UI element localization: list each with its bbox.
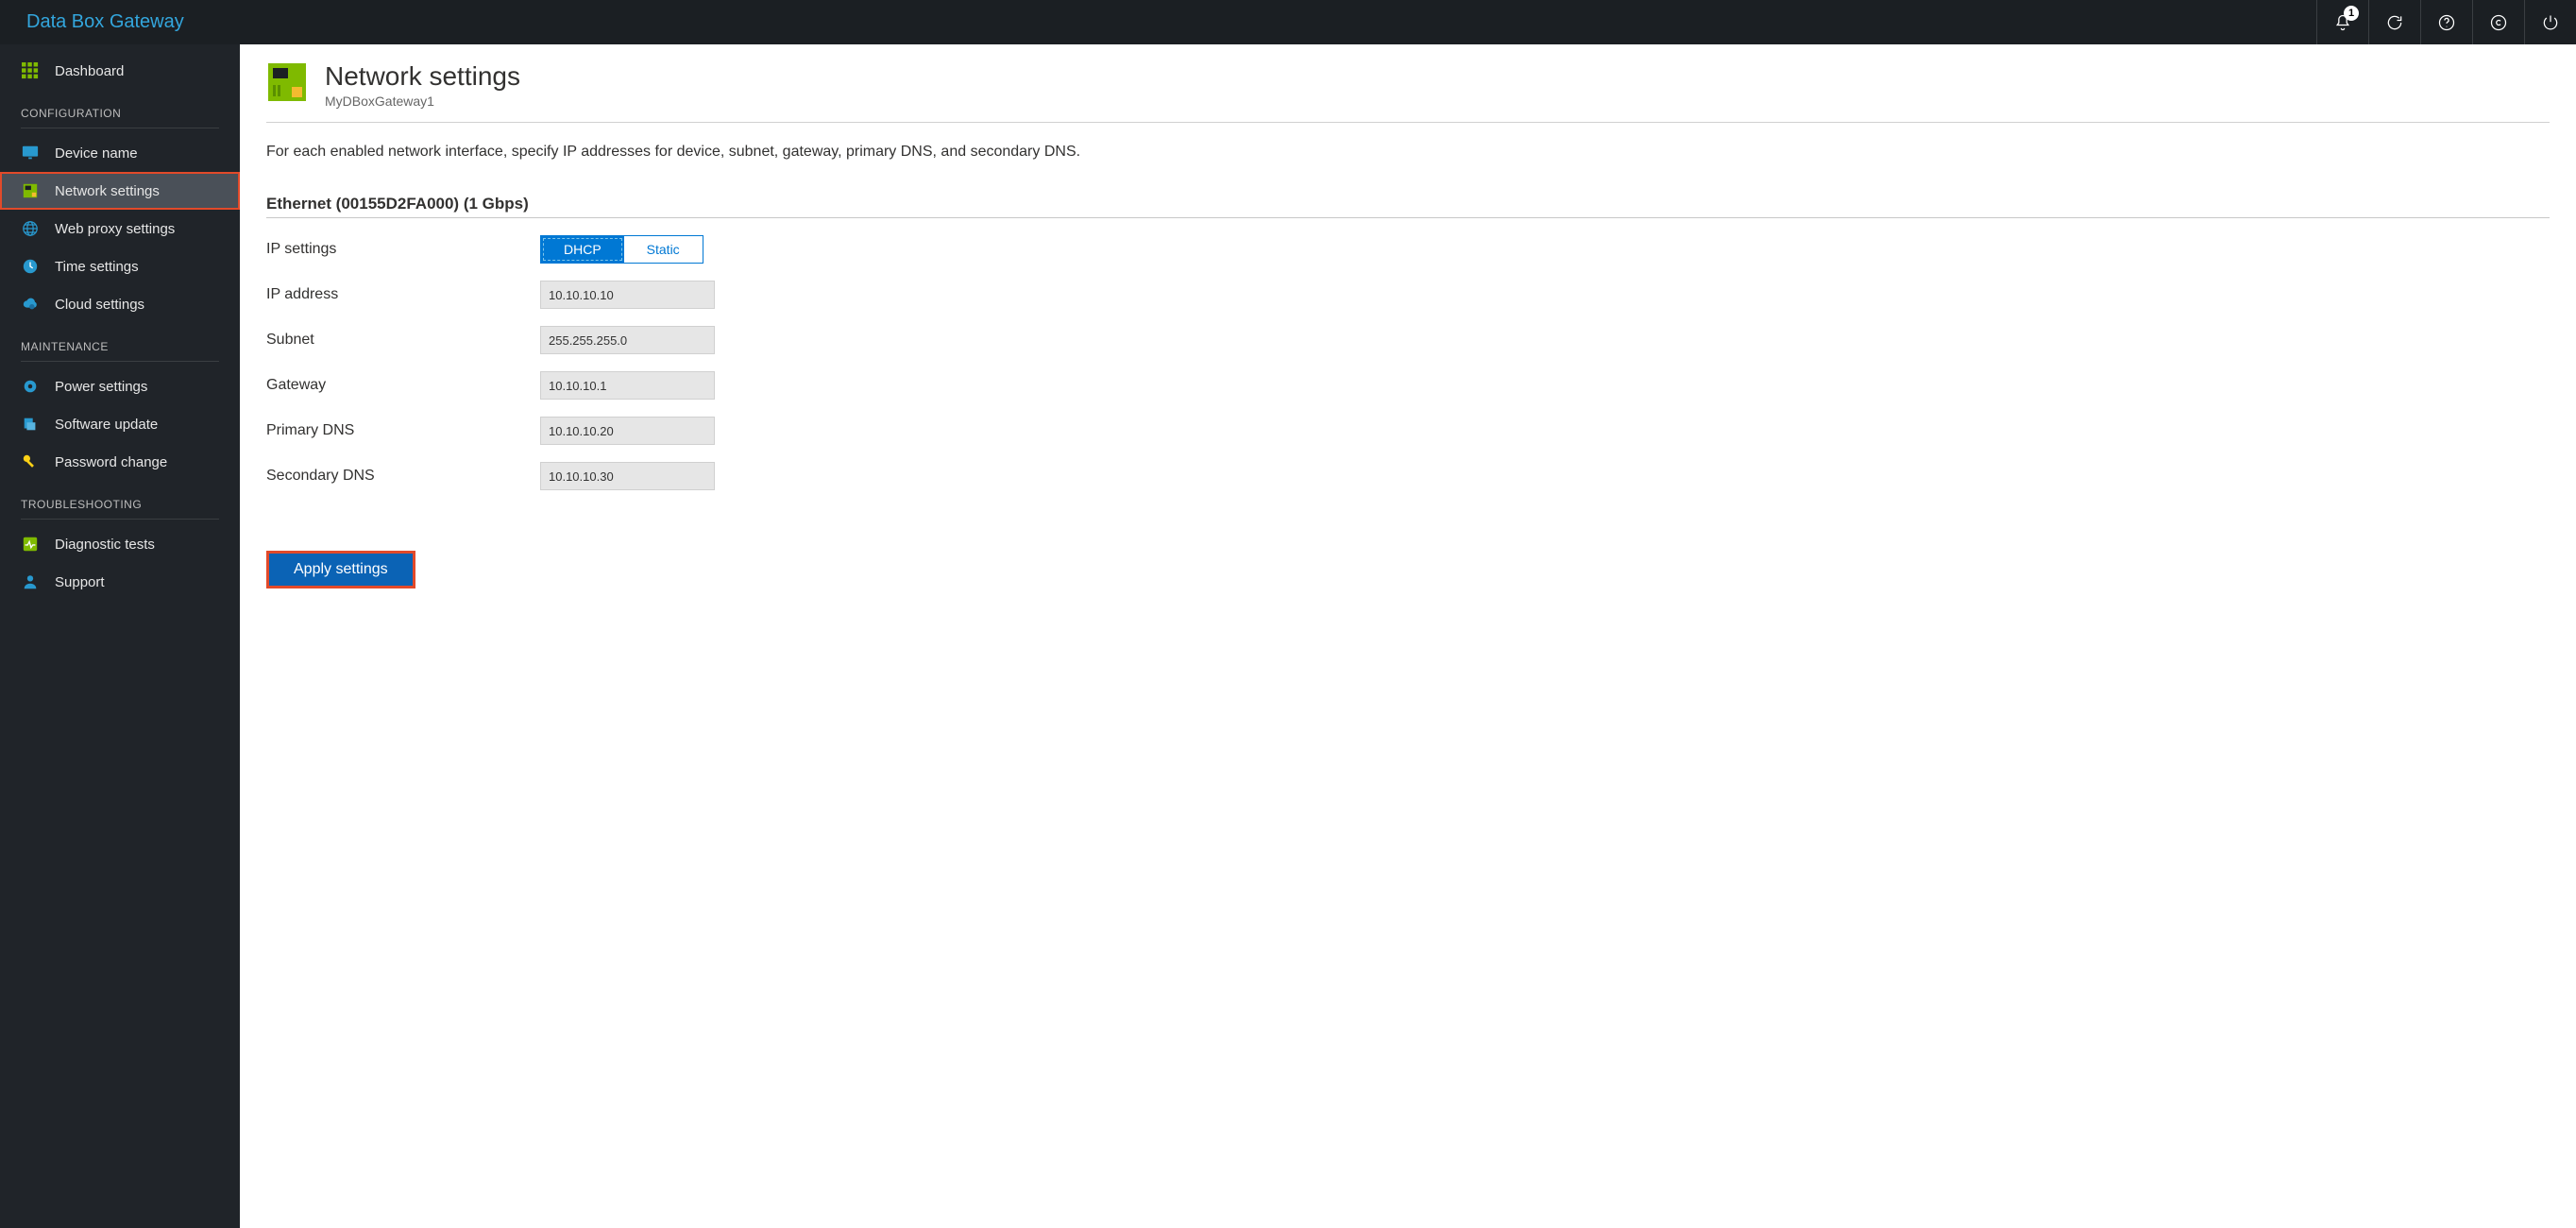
row-primary-dns: Primary DNS 10.10.10.20 bbox=[266, 417, 2550, 445]
update-icon bbox=[21, 415, 40, 434]
toggle-dhcp[interactable]: DHCP bbox=[541, 236, 624, 263]
notifications-button[interactable]: 1 bbox=[2316, 0, 2368, 44]
sidebar-item-time-settings[interactable]: Time settings bbox=[0, 247, 240, 285]
clock-icon bbox=[21, 257, 40, 276]
monitor-icon bbox=[21, 144, 40, 162]
field-subnet[interactable]: 255.255.255.0 bbox=[540, 326, 715, 354]
sidebar-item-cloud-settings[interactable]: Cloud settings bbox=[0, 285, 240, 323]
copyright-icon bbox=[2489, 13, 2508, 32]
refresh-icon bbox=[2385, 13, 2404, 32]
topbar-actions: 1 bbox=[2316, 0, 2576, 44]
sidebar-item-label: Time settings bbox=[55, 259, 139, 275]
network-card-icon bbox=[21, 181, 40, 200]
intro-text: For each enabled network interface, spec… bbox=[266, 144, 2550, 161]
sidebar-item-label: Dashboard bbox=[55, 63, 124, 79]
sidebar-item-label: Network settings bbox=[55, 183, 160, 199]
sidebar-item-label: Power settings bbox=[55, 379, 147, 395]
ip-settings-toggle: DHCP Static bbox=[540, 235, 703, 264]
apply-highlight: Apply settings bbox=[266, 551, 415, 588]
refresh-button[interactable] bbox=[2368, 0, 2420, 44]
label-primary-dns: Primary DNS bbox=[266, 422, 540, 439]
pulse-icon bbox=[21, 535, 40, 554]
field-primary-dns[interactable]: 10.10.10.20 bbox=[540, 417, 715, 445]
sidebar-item-label: Software update bbox=[55, 417, 158, 433]
label-secondary-dns: Secondary DNS bbox=[266, 468, 540, 485]
field-gateway[interactable]: 10.10.10.1 bbox=[540, 371, 715, 400]
power-icon bbox=[2541, 13, 2560, 32]
notification-badge: 1 bbox=[2344, 6, 2359, 21]
sidebar-item-label: Web proxy settings bbox=[55, 221, 175, 237]
field-secondary-dns[interactable]: 10.10.10.30 bbox=[540, 462, 715, 490]
sidebar-item-diagnostic-tests[interactable]: Diagnostic tests bbox=[0, 525, 240, 563]
page-title: Network settings bbox=[325, 61, 520, 92]
sidebar-item-web-proxy[interactable]: Web proxy settings bbox=[0, 210, 240, 247]
row-secondary-dns: Secondary DNS 10.10.10.30 bbox=[266, 462, 2550, 490]
apply-settings-button[interactable]: Apply settings bbox=[269, 554, 413, 586]
person-icon bbox=[21, 572, 40, 591]
sidebar-item-power-settings[interactable]: Power settings bbox=[0, 367, 240, 405]
help-button[interactable] bbox=[2420, 0, 2472, 44]
label-ip-settings: IP settings bbox=[266, 241, 540, 258]
sidebar-item-label: Password change bbox=[55, 454, 167, 470]
label-subnet: Subnet bbox=[266, 332, 540, 349]
page-subtitle: MyDBoxGateway1 bbox=[325, 94, 520, 109]
toggle-static[interactable]: Static bbox=[624, 236, 703, 263]
label-ip-address: IP address bbox=[266, 286, 540, 303]
sidebar-section-maintenance: MAINTENANCE bbox=[0, 323, 240, 361]
label-gateway: Gateway bbox=[266, 377, 540, 394]
settings-button[interactable] bbox=[2472, 0, 2524, 44]
sidebar-item-dashboard[interactable]: Dashboard bbox=[0, 52, 240, 90]
sidebar-section-troubleshooting: TROUBLESHOOTING bbox=[0, 481, 240, 519]
sidebar-section-configuration: CONFIGURATION bbox=[0, 90, 240, 128]
page-header: Network settings MyDBoxGateway1 bbox=[266, 61, 2550, 123]
sidebar-item-label: Diagnostic tests bbox=[55, 537, 155, 553]
sidebar-item-support[interactable]: Support bbox=[0, 563, 240, 601]
grid-icon bbox=[21, 61, 40, 80]
sidebar: Dashboard CONFIGURATION Device name Netw… bbox=[0, 44, 240, 1228]
section-rule bbox=[266, 217, 2550, 218]
sidebar-item-software-update[interactable]: Software update bbox=[0, 405, 240, 443]
sidebar-item-label: Device name bbox=[55, 145, 138, 162]
topbar: Data Box Gateway 1 bbox=[0, 0, 2576, 44]
app-title: Data Box Gateway bbox=[26, 11, 184, 33]
sidebar-item-label: Support bbox=[55, 574, 105, 590]
sidebar-item-network-settings[interactable]: Network settings bbox=[0, 172, 240, 210]
gear-icon bbox=[21, 377, 40, 396]
globe-icon bbox=[21, 219, 40, 238]
power-top-button[interactable] bbox=[2524, 0, 2576, 44]
cloud-gear-icon bbox=[21, 295, 40, 314]
field-ip-address[interactable]: 10.10.10.10 bbox=[540, 281, 715, 309]
sidebar-item-password-change[interactable]: Password change bbox=[0, 443, 240, 481]
divider bbox=[21, 361, 219, 362]
sidebar-item-label: Cloud settings bbox=[55, 297, 144, 313]
key-icon bbox=[21, 452, 40, 471]
main-content: Network settings MyDBoxGateway1 For each… bbox=[240, 44, 2576, 1228]
row-ip-settings: IP settings DHCP Static bbox=[266, 235, 2550, 264]
interface-heading: Ethernet (00155D2FA000) (1 Gbps) bbox=[266, 195, 2550, 213]
help-icon bbox=[2437, 13, 2456, 32]
divider bbox=[21, 519, 219, 520]
row-ip-address: IP address 10.10.10.10 bbox=[266, 281, 2550, 309]
row-subnet: Subnet 255.255.255.0 bbox=[266, 326, 2550, 354]
network-card-icon bbox=[266, 61, 308, 103]
sidebar-item-device-name[interactable]: Device name bbox=[0, 134, 240, 172]
row-gateway: Gateway 10.10.10.1 bbox=[266, 371, 2550, 400]
